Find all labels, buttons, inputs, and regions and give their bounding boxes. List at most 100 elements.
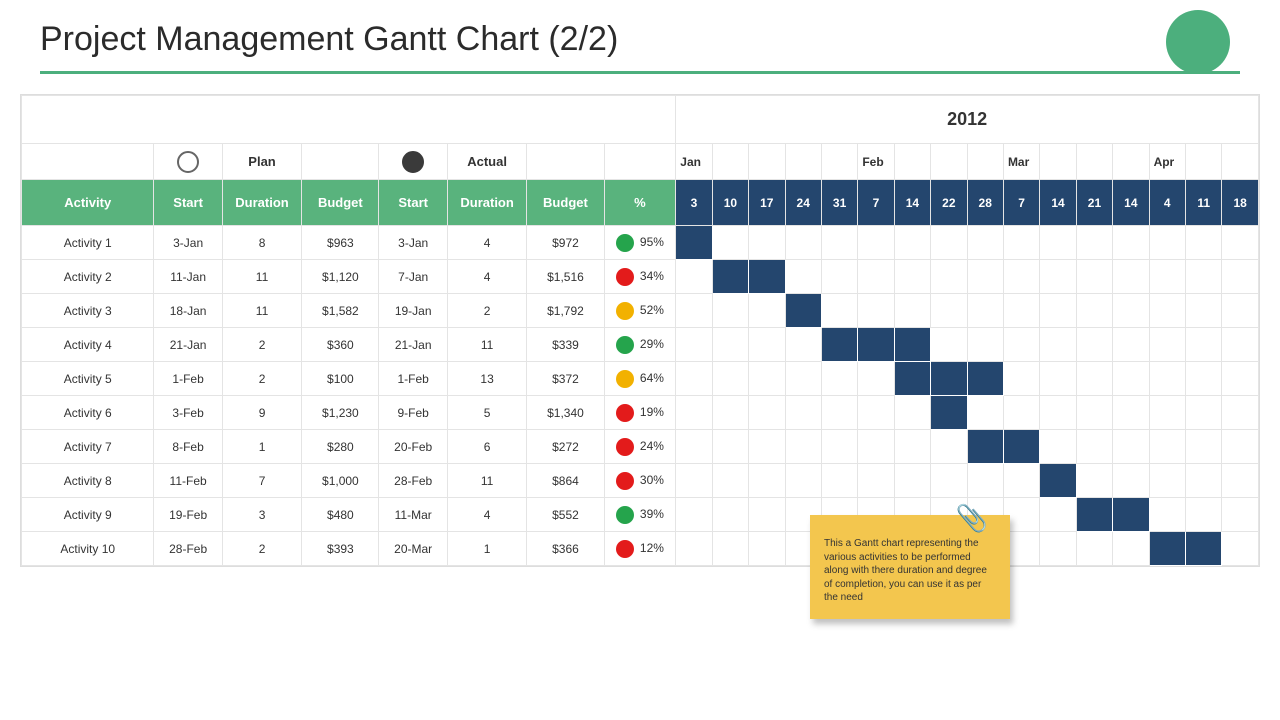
actual-duration: 4 [447, 226, 526, 260]
gantt-cell [676, 362, 712, 396]
gantt-cell [1003, 294, 1039, 328]
plan-duration: 2 [222, 328, 301, 362]
gantt-cell [1003, 328, 1039, 362]
gantt-cell [858, 430, 894, 464]
gantt-cell [967, 260, 1003, 294]
gantt-cell [1222, 260, 1259, 294]
gantt-cell [712, 328, 748, 362]
gantt-cell [785, 396, 821, 430]
gantt-cell [749, 362, 785, 396]
hdr-actual-budget: Budget [527, 180, 604, 226]
gantt-cell [1076, 532, 1112, 566]
plan-duration: 2 [222, 362, 301, 396]
percent-cell: 39% [604, 498, 676, 532]
actual-start: 20-Mar [379, 532, 447, 566]
legend-row: Plan Actual JanFebMarApr [22, 144, 1259, 180]
gantt-cell [894, 260, 930, 294]
activity-name: Activity 9 [22, 498, 154, 532]
gantt-cell [1040, 226, 1076, 260]
gantt-cell [931, 226, 967, 260]
gantt-table: 2012 Plan Actual JanFebMarApr Activity S… [20, 94, 1260, 567]
day-header: 22 [931, 180, 967, 226]
gantt-cell [1076, 430, 1112, 464]
month-label [1040, 144, 1076, 180]
status-dot-icon [616, 404, 634, 422]
status-dot-icon [616, 268, 634, 286]
percent-cell: 34% [604, 260, 676, 294]
gantt-cell [821, 226, 857, 260]
gantt-cell [1222, 498, 1259, 532]
title-bar: Project Management Gantt Chart (2/2) [0, 0, 1280, 74]
percent-cell: 64% [604, 362, 676, 396]
gantt-cell [785, 328, 821, 362]
gantt-cell [1185, 396, 1221, 430]
gantt-cell [858, 260, 894, 294]
paperclip-icon: 📎 [956, 501, 988, 536]
gantt-cell [1149, 328, 1185, 362]
gantt-cell [858, 464, 894, 498]
gantt-cell [894, 430, 930, 464]
gantt-cell [858, 294, 894, 328]
actual-duration: 5 [447, 396, 526, 430]
percent-text: 24% [640, 439, 664, 453]
gantt-cell [1113, 498, 1149, 532]
gantt-cell [1113, 430, 1149, 464]
gantt-cell [821, 260, 857, 294]
plan-duration: 7 [222, 464, 301, 498]
plan-label: Plan [222, 144, 301, 180]
gantt-cell [1113, 396, 1149, 430]
gantt-cell [821, 328, 857, 362]
gantt-cell [1040, 294, 1076, 328]
gantt-cell [1113, 532, 1149, 566]
gantt-cell [1040, 498, 1076, 532]
gantt-cell [1076, 362, 1112, 396]
gantt-cell [712, 498, 748, 532]
status-dot-icon [616, 336, 634, 354]
gantt-cell [1040, 430, 1076, 464]
status-dot-icon [616, 438, 634, 456]
hdr-plan-duration: Duration [222, 180, 301, 226]
gantt-cell [749, 396, 785, 430]
percent-text: 12% [640, 541, 664, 555]
gantt-cell [1076, 464, 1112, 498]
plan-budget: $1,120 [302, 260, 379, 294]
percent-text: 19% [640, 405, 664, 419]
activity-name: Activity 5 [22, 362, 154, 396]
day-header: 28 [967, 180, 1003, 226]
gantt-cell [749, 328, 785, 362]
gantt-cell [1149, 532, 1185, 566]
actual-start: 21-Jan [379, 328, 447, 362]
month-label: Feb [858, 144, 894, 180]
actual-budget: $272 [527, 430, 604, 464]
gantt-cell [1185, 328, 1221, 362]
plan-budget: $1,230 [302, 396, 379, 430]
gantt-cell [967, 430, 1003, 464]
gantt-cell [858, 362, 894, 396]
gantt-cell [1222, 294, 1259, 328]
gantt-cell [1040, 464, 1076, 498]
hdr-activity: Activity [22, 180, 154, 226]
plan-start: 11-Jan [154, 260, 222, 294]
gantt-cell [1040, 362, 1076, 396]
note-text: This a Gantt chart representing the vari… [824, 538, 987, 603]
actual-start: 20-Feb [379, 430, 447, 464]
month-label [785, 144, 821, 180]
percent-text: 29% [640, 337, 664, 351]
gantt-cell [1040, 532, 1076, 566]
gantt-cell [712, 532, 748, 566]
plan-budget: $1,582 [302, 294, 379, 328]
percent-cell: 19% [604, 396, 676, 430]
plan-start: 3-Feb [154, 396, 222, 430]
header-row: Activity Start Duration Budget Start Dur… [22, 180, 1259, 226]
actual-budget: $339 [527, 328, 604, 362]
month-label [1113, 144, 1149, 180]
gantt-cell [1076, 328, 1112, 362]
gantt-cell [676, 226, 712, 260]
day-header: 11 [1185, 180, 1221, 226]
day-header: 3 [676, 180, 712, 226]
gantt-cell [894, 396, 930, 430]
gantt-cell [1113, 362, 1149, 396]
gantt-cell [931, 294, 967, 328]
gantt-cell [1222, 362, 1259, 396]
plan-circle-icon [154, 144, 222, 180]
